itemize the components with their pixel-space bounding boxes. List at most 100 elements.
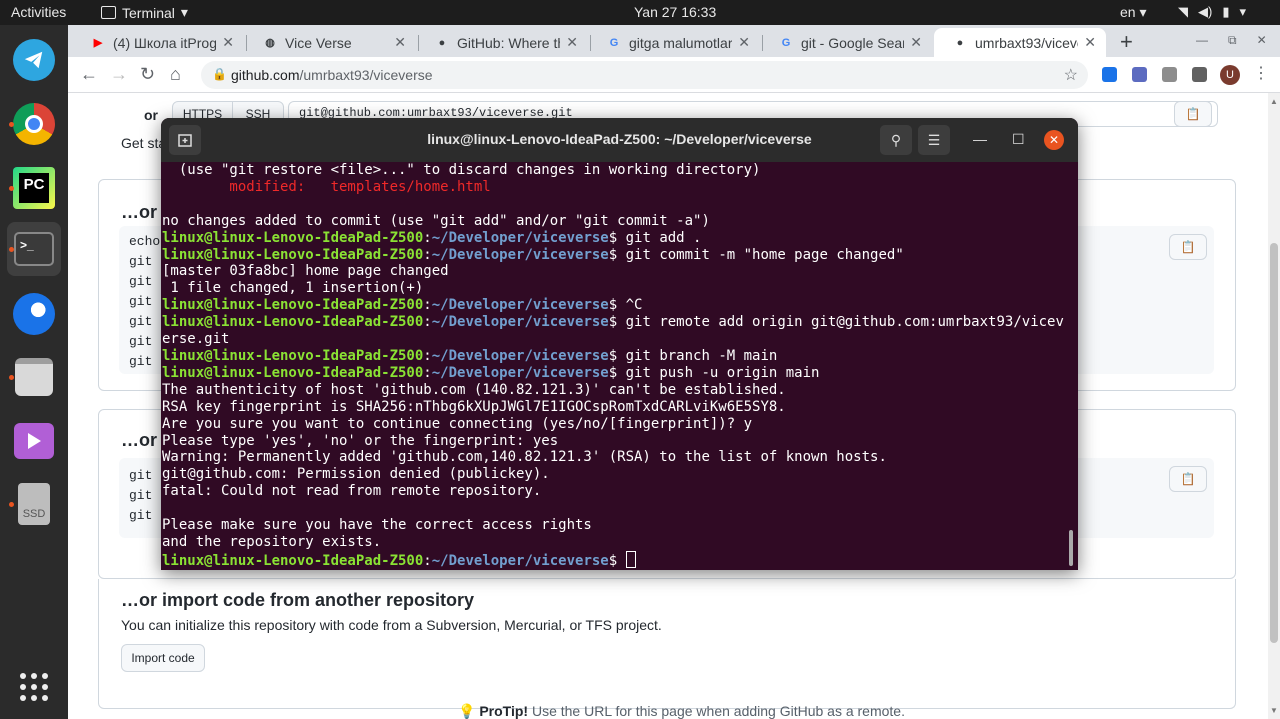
extension-icon[interactable]: [1132, 67, 1147, 82]
minimize-icon[interactable]: —: [973, 131, 987, 147]
terminal-line: linux@linux-Lenovo-IdeaPad-Z500:~/Develo…: [162, 297, 1066, 314]
code-line: git: [129, 468, 153, 483]
copy-clone-url-button[interactable]: 📋: [1174, 101, 1212, 127]
terminal-output[interactable]: (use "git restore <file>..." to discard …: [161, 162, 1066, 570]
maximize-icon[interactable]: ☐: [1012, 131, 1025, 148]
code-line: git: [129, 314, 153, 329]
import-code-button[interactable]: Import code: [121, 644, 205, 672]
dock-thunderbird[interactable]: [7, 287, 61, 341]
tab-gitga[interactable]: G gitga malumotlarni joylash ✕: [588, 28, 760, 57]
prompt-separator: :: [423, 229, 432, 246]
forward-icon[interactable]: →: [110, 64, 128, 85]
puzzle-icon[interactable]: [1192, 67, 1207, 82]
page-scrollbar[interactable]: ▲ ▼: [1268, 93, 1280, 719]
prompt-path: ~/Developer/viceverse: [431, 364, 609, 381]
tab-viceverse-repo[interactable]: ● umrbaxt93/viceverse ✕: [934, 28, 1106, 57]
home-icon[interactable]: ⌂: [170, 64, 181, 85]
bookmark-star-icon[interactable]: ☆: [1064, 65, 1078, 85]
app-menu[interactable]: Terminal ▾: [101, 4, 188, 21]
dock-chrome[interactable]: [7, 97, 61, 151]
close-icon[interactable]: ✕: [222, 34, 234, 51]
menu-button[interactable]: ☰: [918, 125, 950, 155]
close-icon[interactable]: ✕: [910, 34, 922, 51]
terminal-scrollbar[interactable]: [1069, 530, 1073, 566]
tab-itproger[interactable]: ▶ (4) Школа itProger ✕: [72, 28, 244, 57]
reload-icon[interactable]: ↻: [140, 64, 155, 85]
output-text: no changes added to commit (use "git add…: [162, 212, 710, 229]
clock[interactable]: Yan 27 16:33: [634, 4, 716, 20]
command-text: git branch -M main: [625, 347, 778, 364]
get-started-text: Get sta: [121, 135, 167, 151]
scroll-down-icon[interactable]: ▼: [1270, 706, 1278, 715]
dock-pycharm[interactable]: PC: [7, 161, 61, 215]
prompt-path: ~/Developer/viceverse: [431, 347, 609, 364]
back-icon[interactable]: ←: [80, 64, 98, 85]
copy-code-button[interactable]: 📋: [1169, 466, 1207, 492]
extension-icon[interactable]: [1162, 67, 1177, 82]
section-title: …or: [121, 202, 157, 222]
files-icon: [15, 358, 53, 396]
output-text: erse.git: [162, 331, 230, 348]
clipboard-icon: 📋: [1180, 240, 1196, 255]
output-text: (use "git restore <file>..." to discard …: [162, 162, 761, 178]
globe-icon: ◍: [265, 37, 275, 49]
minimize-icon[interactable]: —: [1196, 33, 1208, 48]
tab-title: Vice Verse: [285, 34, 352, 51]
close-icon[interactable]: ✕: [1257, 33, 1267, 48]
terminal-line: and the repository exists.: [162, 534, 1066, 551]
tab-github-home[interactable]: ● GitHub: Where the world builds softwar…: [416, 28, 588, 57]
prompt-separator: :: [423, 364, 432, 381]
tab-strip: ▶ (4) Школа itProger ✕ ◍ Vice Verse ✕ ● …: [68, 25, 1280, 57]
terminal-header[interactable]: linux@linux-Lenovo-IdeaPad-Z500: ~/Devel…: [161, 118, 1078, 162]
terminal-line: linux@linux-Lenovo-IdeaPad-Z500:~/Develo…: [162, 550, 1066, 570]
search-button[interactable]: ⚲: [880, 125, 912, 155]
lock-icon: 🔒: [212, 67, 227, 81]
close-icon[interactable]: ✕: [1084, 34, 1096, 51]
scrollbar-thumb[interactable]: [1270, 243, 1278, 643]
import-title: …or import code from another repository: [121, 590, 475, 610]
close-icon[interactable]: ✕: [394, 34, 406, 51]
import-description: You can initialize this repository with …: [121, 617, 662, 633]
dock-telegram[interactable]: [7, 33, 61, 87]
copy-code-button[interactable]: 📋: [1169, 234, 1207, 260]
dock-show-apps[interactable]: [7, 660, 61, 714]
command-text: git push -u origin main: [625, 364, 820, 381]
language-indicator[interactable]: en ▾: [1120, 4, 1147, 21]
terminal-window[interactable]: linux@linux-Lenovo-IdeaPad-Z500: ~/Devel…: [161, 118, 1078, 570]
activities-button[interactable]: Activities: [11, 4, 66, 20]
clipboard-icon: 📋: [1185, 107, 1201, 121]
dock-video[interactable]: [7, 414, 61, 468]
dock-ssd[interactable]: SSD: [7, 477, 61, 531]
prompt-symbol: $: [608, 552, 626, 569]
hamburger-icon: ☰: [927, 131, 941, 148]
code-line: git: [129, 294, 153, 309]
prompt-separator: :: [423, 347, 432, 364]
extension-icon[interactable]: [1102, 67, 1117, 82]
close-icon[interactable]: ✕: [738, 34, 750, 51]
dock-files[interactable]: [7, 350, 61, 404]
terminal-small-icon: [101, 6, 116, 19]
close-icon[interactable]: ✕: [566, 34, 578, 51]
terminal-line: The authenticity of host 'github.com (14…: [162, 382, 1066, 399]
output-text: [master 03fa8bc] home page changed: [162, 263, 449, 280]
close-icon[interactable]: ✕: [1044, 130, 1064, 150]
ssd-drive-icon: SSD: [18, 483, 50, 525]
pycharm-label: PC: [19, 173, 49, 203]
tab-git-search[interactable]: G git - Google Search ✕: [760, 28, 932, 57]
system-tray[interactable]: ◥ ◀) ▮ ▾: [1178, 4, 1246, 20]
terminal-line: 1 file changed, 1 insertion(+): [162, 280, 1066, 297]
tab-vice-verse[interactable]: ◍ Vice Verse ✕: [244, 28, 416, 57]
section-title: …or: [121, 430, 157, 450]
scroll-up-icon[interactable]: ▲: [1270, 97, 1278, 106]
terminal-line: linux@linux-Lenovo-IdeaPad-Z500:~/Develo…: [162, 365, 1066, 382]
dock-terminal[interactable]: >_: [7, 222, 61, 276]
address-bar[interactable]: 🔒 github.com/umrbaxt93/viceverse ☆: [201, 61, 1088, 89]
running-indicator: [9, 375, 14, 380]
app-name: Terminal: [122, 4, 175, 21]
caret-down-icon: ▾: [1239, 4, 1247, 19]
menu-dots-icon[interactable]: ⋮: [1253, 63, 1269, 83]
new-tab-button[interactable]: +: [1120, 29, 1133, 55]
profile-avatar[interactable]: U: [1220, 65, 1240, 85]
maximize-icon[interactable]: ⧉: [1228, 33, 1237, 48]
prompt-path: ~/Developer/viceverse: [431, 297, 609, 314]
